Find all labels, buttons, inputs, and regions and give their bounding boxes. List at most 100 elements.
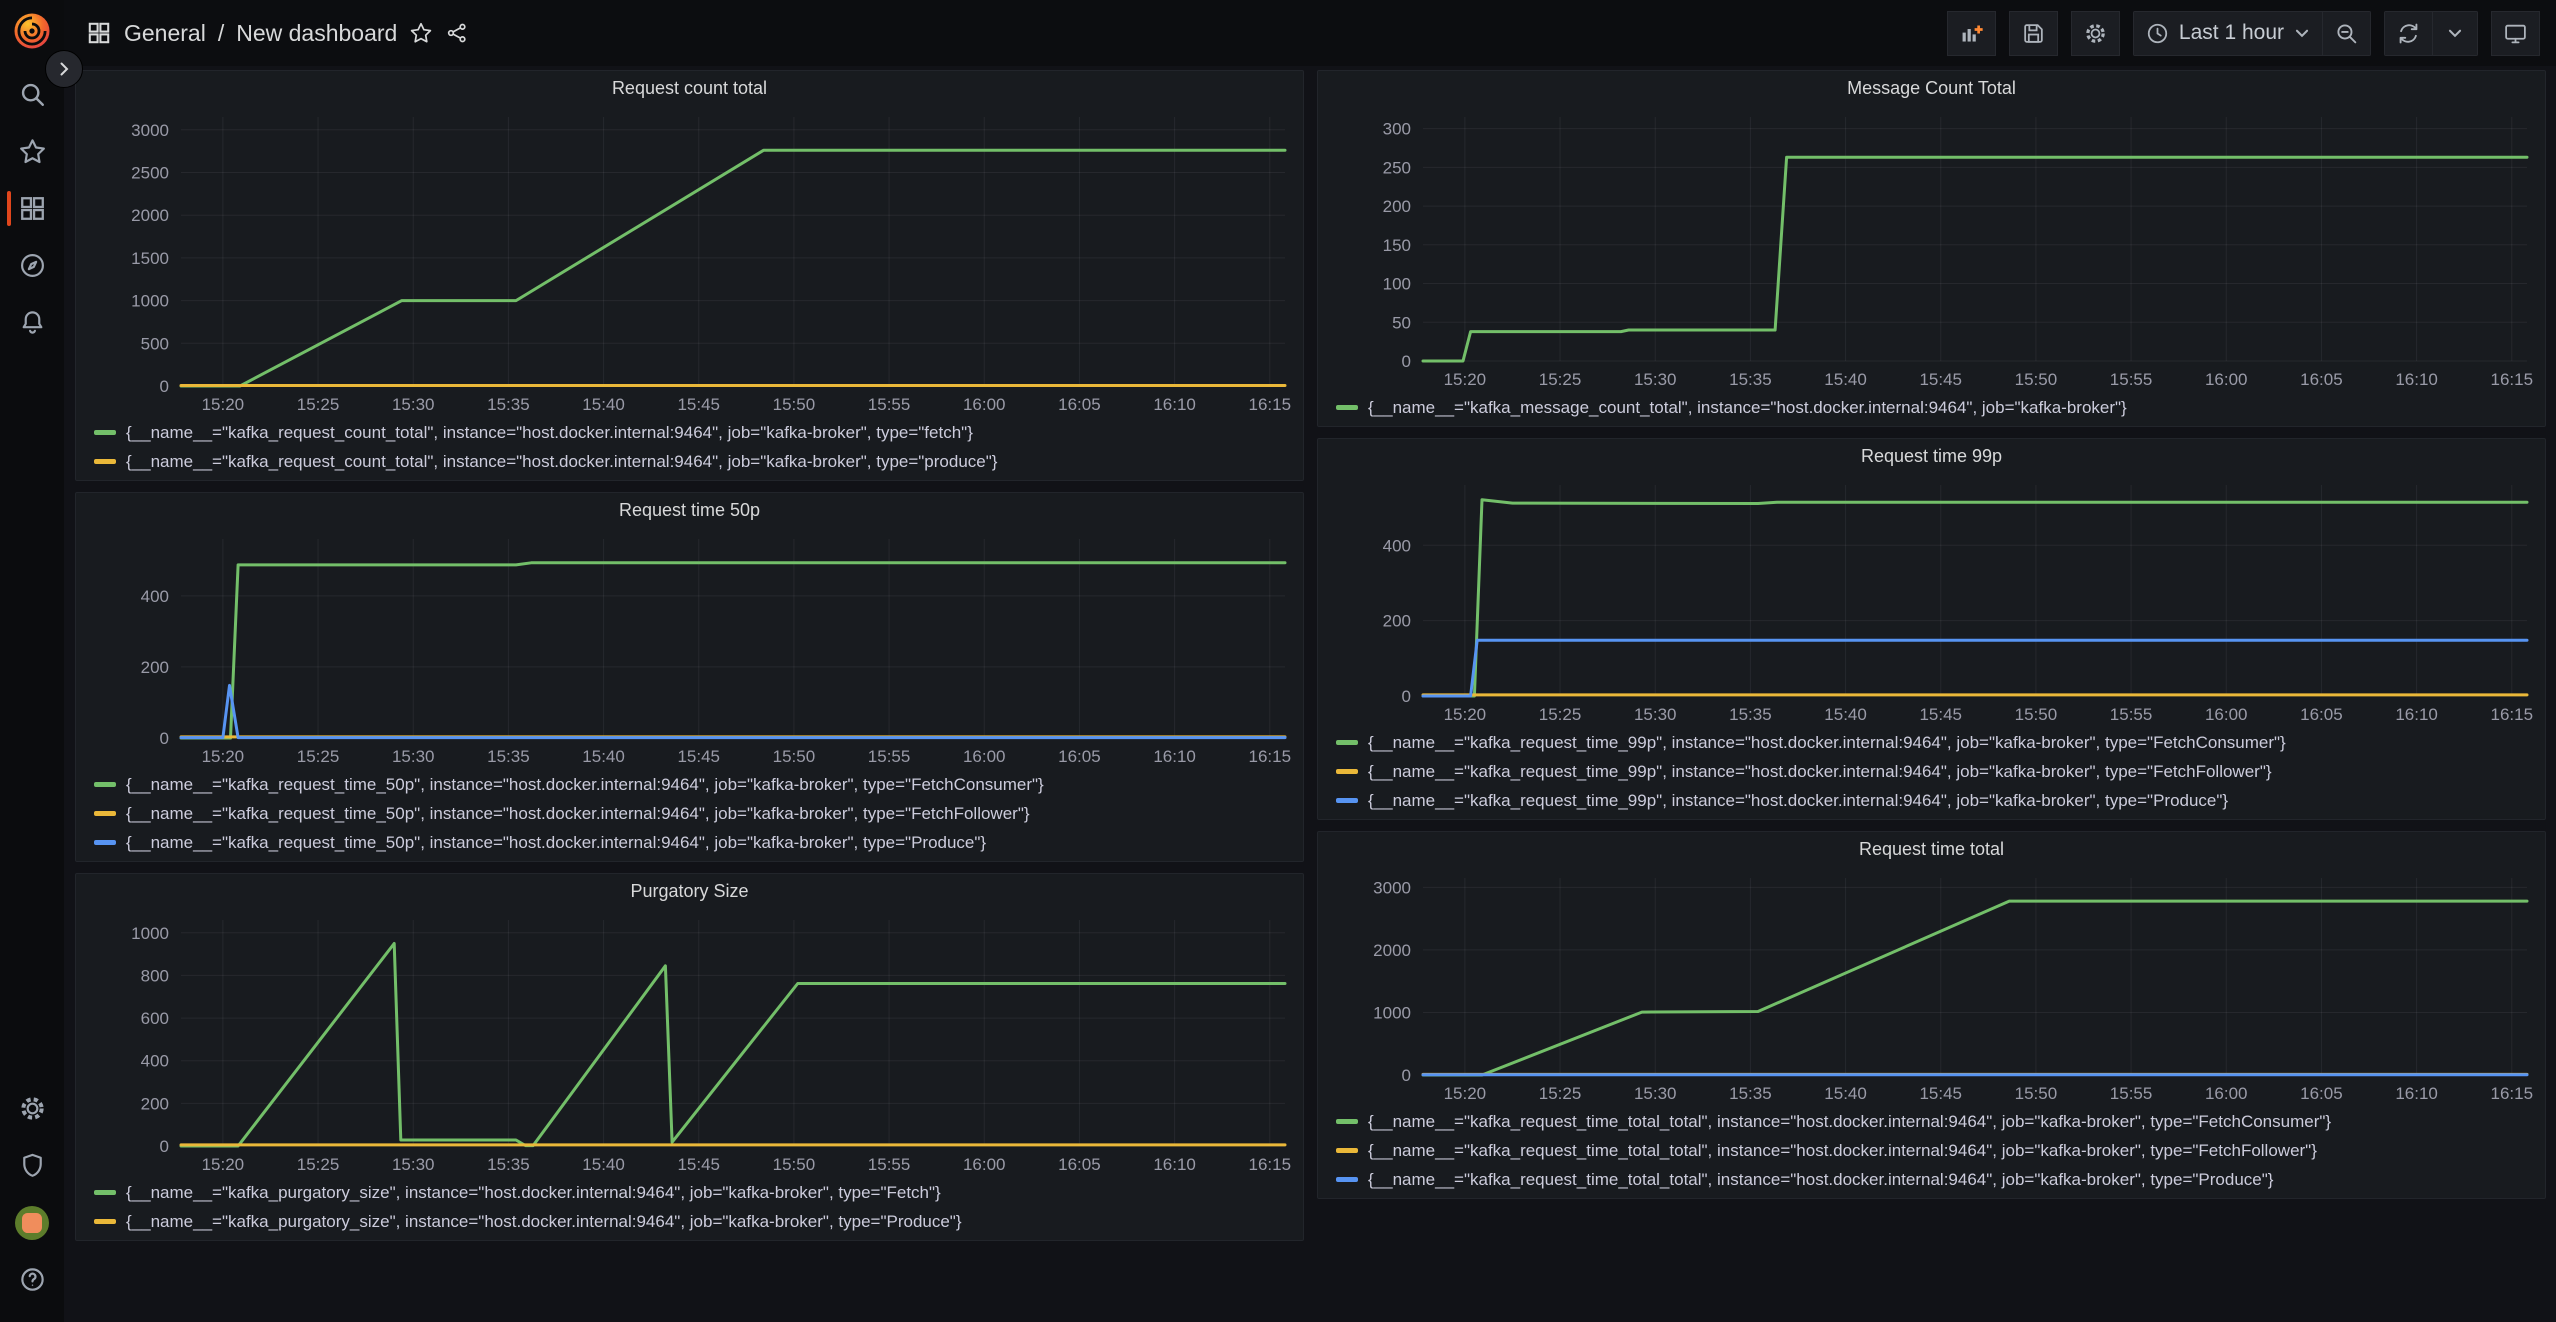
series-color-swatch bbox=[94, 1190, 116, 1195]
svg-text:15:25: 15:25 bbox=[297, 747, 340, 766]
svg-text:15:35: 15:35 bbox=[487, 395, 530, 414]
legend-label: {__name__="kafka_request_count_total", i… bbox=[126, 452, 997, 472]
svg-text:16:00: 16:00 bbox=[963, 747, 1006, 766]
timeseries-chart[interactable]: 15:2015:2515:3015:3515:4015:4515:5015:55… bbox=[76, 527, 1303, 770]
legend-item[interactable]: {__name__="kafka_request_time_99p", inst… bbox=[1336, 728, 2545, 757]
svg-text:16:00: 16:00 bbox=[2205, 370, 2248, 389]
legend-item[interactable]: {__name__="kafka_request_time_50p", inst… bbox=[94, 770, 1303, 799]
share-dashboard-button[interactable] bbox=[445, 21, 469, 45]
panel-title: Message Count Total bbox=[1847, 78, 2016, 99]
svg-text:1000: 1000 bbox=[131, 292, 169, 311]
panel-title-bar[interactable]: Request time 50p bbox=[76, 493, 1303, 527]
timeseries-chart[interactable]: 15:2015:2515:3015:3515:4015:4515:5015:55… bbox=[1318, 866, 2545, 1107]
timeseries-chart[interactable]: 15:2015:2515:3015:3515:4015:4515:5015:55… bbox=[1318, 105, 2545, 393]
star-icon bbox=[409, 21, 433, 45]
grafana-logo[interactable] bbox=[11, 10, 53, 52]
svg-text:15:55: 15:55 bbox=[868, 1155, 911, 1174]
dashboard-settings-button[interactable] bbox=[2071, 11, 2120, 56]
svg-text:15:50: 15:50 bbox=[2015, 370, 2058, 389]
sidebar-help-button[interactable] bbox=[0, 1251, 64, 1308]
svg-text:15:40: 15:40 bbox=[582, 1155, 625, 1174]
legend-item[interactable]: {__name__="kafka_request_time_99p", inst… bbox=[1336, 786, 2545, 815]
panel-title: Purgatory Size bbox=[630, 881, 748, 902]
legend-item[interactable]: {__name__="kafka_request_count_total", i… bbox=[94, 447, 1303, 476]
sidebar-dashboards-button[interactable] bbox=[0, 180, 64, 237]
sidebar-server-admin-button[interactable] bbox=[0, 1137, 64, 1194]
series-color-swatch bbox=[94, 840, 116, 845]
breadcrumb-folder[interactable]: General bbox=[124, 20, 206, 47]
breadcrumb-separator: / bbox=[218, 20, 224, 47]
legend-item[interactable]: {__name__="kafka_request_time_total_tota… bbox=[1336, 1165, 2545, 1194]
add-panel-button[interactable] bbox=[1947, 11, 1996, 56]
svg-text:15:20: 15:20 bbox=[1444, 1084, 1487, 1103]
panel-title-bar[interactable]: Purgatory Size bbox=[76, 874, 1303, 908]
series-color-swatch bbox=[1336, 798, 1358, 803]
panel-title: Request time 50p bbox=[619, 500, 760, 521]
panel-title-bar[interactable]: Request time total bbox=[1318, 832, 2545, 866]
panel-legend: {__name__="kafka_message_count_total", i… bbox=[1318, 393, 2545, 422]
svg-text:15:20: 15:20 bbox=[202, 1155, 245, 1174]
series-color-swatch bbox=[1336, 1119, 1358, 1124]
legend-item[interactable]: {__name__="kafka_purgatory_size", instan… bbox=[94, 1207, 1303, 1236]
svg-text:15:35: 15:35 bbox=[1729, 705, 1772, 724]
legend-item[interactable]: {__name__="kafka_purgatory_size", instan… bbox=[94, 1178, 1303, 1207]
zoom-out-time-button[interactable] bbox=[2323, 11, 2371, 56]
chevron-down-icon bbox=[2446, 24, 2464, 42]
bell-icon bbox=[18, 308, 47, 337]
legend-item[interactable]: {__name__="kafka_request_time_total_tota… bbox=[1336, 1136, 2545, 1165]
svg-text:16:15: 16:15 bbox=[1248, 747, 1291, 766]
chart-area: 15:2015:2515:3015:3515:4015:4515:5015:55… bbox=[76, 105, 1303, 418]
dashboards-grid-icon[interactable] bbox=[86, 20, 112, 46]
legend-item[interactable]: {__name__="kafka_request_time_total_tota… bbox=[1336, 1107, 2545, 1136]
sidebar-explore-button[interactable] bbox=[0, 237, 64, 294]
sidebar-profile-button[interactable] bbox=[0, 1194, 64, 1251]
kiosk-mode-button[interactable] bbox=[2491, 11, 2540, 56]
legend-item[interactable]: {__name__="kafka_request_time_50p", inst… bbox=[94, 828, 1303, 857]
svg-text:15:25: 15:25 bbox=[1539, 370, 1582, 389]
legend-label: {__name__="kafka_request_time_99p", inst… bbox=[1368, 762, 2272, 782]
svg-text:15:50: 15:50 bbox=[773, 1155, 816, 1174]
svg-text:15:30: 15:30 bbox=[392, 1155, 435, 1174]
panel-legend: {__name__="kafka_request_time_50p", inst… bbox=[76, 770, 1303, 857]
legend-item[interactable]: {__name__="kafka_request_time_99p", inst… bbox=[1336, 757, 2545, 786]
panel-title-bar[interactable]: Request count total bbox=[76, 71, 1303, 105]
svg-text:250: 250 bbox=[1383, 158, 1411, 177]
legend-label: {__name__="kafka_message_count_total", i… bbox=[1368, 398, 2127, 418]
sidebar-configuration-button[interactable] bbox=[0, 1080, 64, 1137]
svg-text:200: 200 bbox=[1383, 197, 1411, 216]
top-navbar: General / New dashboard bbox=[64, 0, 2556, 66]
series-color-swatch bbox=[94, 459, 116, 464]
favorite-dashboard-button[interactable] bbox=[409, 21, 433, 45]
search-icon bbox=[18, 80, 47, 109]
sidebar-starred-button[interactable] bbox=[0, 123, 64, 180]
svg-text:15:40: 15:40 bbox=[582, 747, 625, 766]
panel-title-bar[interactable]: Request time 99p bbox=[1318, 439, 2545, 473]
svg-text:15:30: 15:30 bbox=[1634, 370, 1677, 389]
legend-label: {__name__="kafka_request_count_total", i… bbox=[126, 423, 973, 443]
breadcrumb-dashboard-title[interactable]: New dashboard bbox=[236, 20, 397, 47]
panel-request-time-total: Request time total 15:2015:2515:3015:351… bbox=[1317, 831, 2546, 1199]
timeseries-chart[interactable]: 15:2015:2515:3015:3515:4015:4515:5015:55… bbox=[76, 908, 1303, 1178]
panel-title-bar[interactable]: Message Count Total bbox=[1318, 71, 2545, 105]
legend-item[interactable]: {__name__="kafka_message_count_total", i… bbox=[1336, 393, 2545, 422]
svg-text:15:20: 15:20 bbox=[202, 395, 245, 414]
legend-label: {__name__="kafka_request_time_total_tota… bbox=[1368, 1141, 2317, 1161]
svg-text:200: 200 bbox=[141, 1094, 169, 1113]
svg-text:16:10: 16:10 bbox=[1153, 747, 1196, 766]
sidebar-alerting-button[interactable] bbox=[0, 294, 64, 351]
timeseries-chart[interactable]: 15:2015:2515:3015:3515:4015:4515:5015:55… bbox=[76, 105, 1303, 418]
save-dashboard-button[interactable] bbox=[2009, 11, 2058, 56]
refresh-interval-dropdown[interactable] bbox=[2433, 11, 2478, 56]
time-range-picker[interactable]: Last 1 hour bbox=[2133, 11, 2323, 56]
svg-text:0: 0 bbox=[1402, 1066, 1411, 1085]
svg-text:15:40: 15:40 bbox=[1824, 1084, 1867, 1103]
tv-monitor-icon bbox=[2503, 21, 2528, 46]
refresh-dashboard-button[interactable] bbox=[2384, 11, 2433, 56]
sidebar-expand-button[interactable] bbox=[45, 50, 83, 88]
panel-request-time-50p: Request time 50p 15:2015:2515:3015:3515:… bbox=[75, 492, 1304, 862]
svg-text:800: 800 bbox=[141, 966, 169, 985]
legend-item[interactable]: {__name__="kafka_request_count_total", i… bbox=[94, 418, 1303, 447]
svg-text:2500: 2500 bbox=[131, 164, 169, 183]
legend-item[interactable]: {__name__="kafka_request_time_50p", inst… bbox=[94, 799, 1303, 828]
timeseries-chart[interactable]: 15:2015:2515:3015:3515:4015:4515:5015:55… bbox=[1318, 473, 2545, 728]
